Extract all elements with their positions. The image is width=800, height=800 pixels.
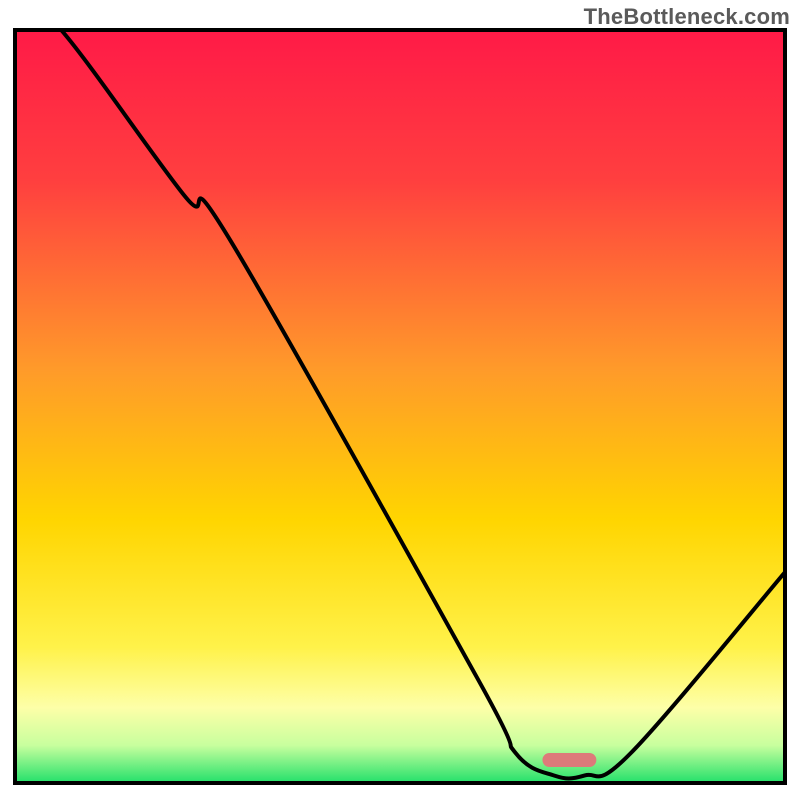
- watermark-text: TheBottleneck.com: [584, 4, 790, 30]
- bottleneck-chart: [0, 0, 800, 800]
- chart-container: TheBottleneck.com: [0, 0, 800, 800]
- gradient-background: [15, 30, 785, 783]
- optimal-marker: [542, 753, 596, 767]
